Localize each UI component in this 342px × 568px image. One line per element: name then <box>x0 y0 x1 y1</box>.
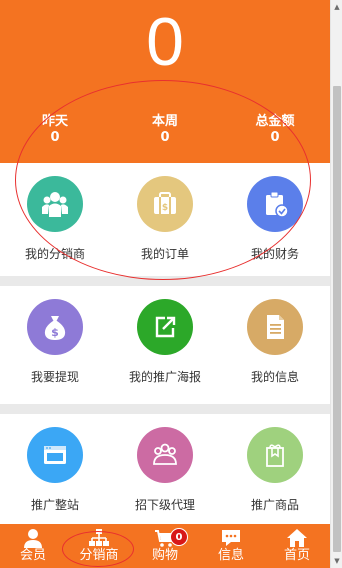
menu-my-finance[interactable]: 我的财务 <box>220 163 330 276</box>
tab-label: 会员 <box>19 548 46 563</box>
tab-messages[interactable]: 信息 <box>198 524 264 568</box>
menu-promo-poster[interactable]: 我的推广海报 <box>110 286 220 404</box>
tab-label: 购物 <box>151 548 178 563</box>
clipboard-icon <box>247 176 303 232</box>
org-chart-icon <box>89 529 109 546</box>
svg-text:$: $ <box>51 326 59 339</box>
message-icon <box>222 530 240 546</box>
tab-home[interactable]: 首页 <box>264 524 330 568</box>
stats-row: 昨天 0 本周 0 总金额 0 <box>0 114 330 146</box>
menu-label: 推广整站 <box>30 498 79 512</box>
menu-recruit-agents[interactable]: 招下级代理 <box>110 414 220 526</box>
tab-distributor[interactable]: 分销商 <box>66 524 132 568</box>
menu-section-1: 我的分销商 $ 我的订单 我的财务 <box>0 163 330 276</box>
menu-label: 我的订单 <box>140 247 189 261</box>
stat-value: 0 <box>270 130 280 145</box>
tab-label: 首页 <box>283 548 310 563</box>
menu-promote-products[interactable]: 推广商品 <box>220 414 330 526</box>
home-icon <box>287 529 307 547</box>
stat-label: 本周 <box>151 114 178 129</box>
menu-label: 我的财务 <box>250 247 299 261</box>
menu-label: 我的分销商 <box>24 247 85 261</box>
page: 0 昨天 0 本周 0 总金额 0 我的分销商 $ 我的订单 我的财务 $ 我要… <box>0 0 330 568</box>
menu-my-distributors[interactable]: 我的分销商 <box>0 163 110 276</box>
browser-icon <box>27 427 83 483</box>
document-icon <box>247 299 303 355</box>
svg-text:$: $ <box>162 203 168 213</box>
scroll-up-icon[interactable]: ▲ <box>331 0 342 14</box>
people-icon <box>137 427 193 483</box>
tab-shopping[interactable]: 购物 0 <box>132 524 198 568</box>
earnings-header: 0 昨天 0 本周 0 总金额 0 <box>0 0 330 163</box>
stat-value: 0 <box>160 130 170 145</box>
menu-label: 招下级代理 <box>134 498 195 512</box>
gift-icon <box>247 427 303 483</box>
stat-label: 总金额 <box>255 114 295 129</box>
stat-yesterday: 昨天 0 <box>0 114 110 146</box>
stat-value: 0 <box>50 130 60 145</box>
scroll-thumb[interactable] <box>333 86 341 552</box>
menu-label: 我的信息 <box>250 370 299 384</box>
menu-label: 我要提现 <box>30 370 79 384</box>
menu-label: 推广商品 <box>250 498 299 512</box>
stat-label: 昨天 <box>41 114 68 129</box>
menu-label: 我的推广海报 <box>128 370 201 384</box>
scroll-down-icon[interactable]: ▼ <box>331 554 342 568</box>
tab-member[interactable]: 会员 <box>0 524 66 568</box>
menu-section-2: $ 我要提现 我的推广海报 我的信息 <box>0 286 330 404</box>
stat-this-week: 本周 0 <box>110 114 220 146</box>
group-icon <box>27 176 83 232</box>
menu-promote-site[interactable]: 推广整站 <box>0 414 110 526</box>
menu-my-orders[interactable]: $ 我的订单 <box>110 163 220 276</box>
menu-withdraw[interactable]: $ 我要提现 <box>0 286 110 404</box>
tab-label: 分销商 <box>79 548 119 563</box>
total-value: 0 <box>146 4 184 80</box>
menu-my-info[interactable]: 我的信息 <box>220 286 330 404</box>
cart-count-badge: 0 <box>170 528 188 546</box>
bottom-tab-bar: 会员 分销商 购物 0 信息 首页 <box>0 524 330 568</box>
share-icon <box>137 299 193 355</box>
menu-section-3: 推广整站 招下级代理 推广商品 <box>0 414 330 526</box>
user-icon <box>24 529 42 548</box>
money-bag-icon: $ <box>27 299 83 355</box>
briefcase-icon: $ <box>137 176 193 232</box>
vertical-scrollbar[interactable]: ▲ ▼ <box>330 0 342 568</box>
tab-label: 信息 <box>217 548 244 563</box>
stat-total-amount: 总金额 0 <box>220 114 330 146</box>
